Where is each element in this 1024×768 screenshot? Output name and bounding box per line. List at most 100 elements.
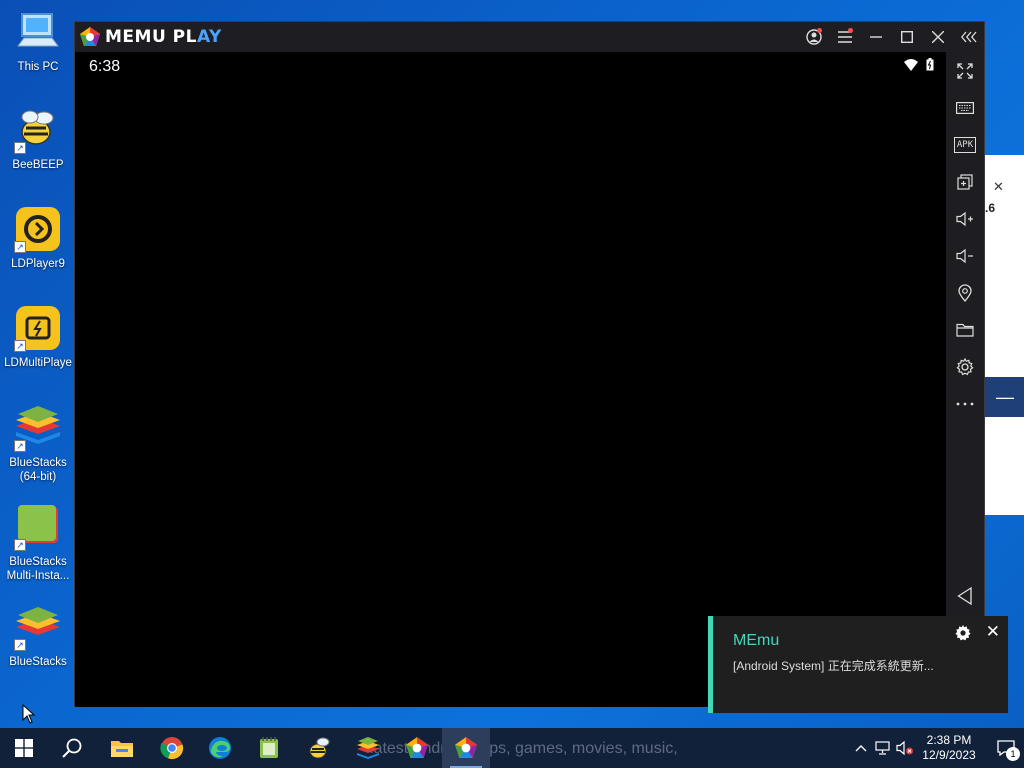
shortcut-arrow-icon: ↗ <box>14 539 26 551</box>
gear-icon[interactable] <box>954 624 972 642</box>
memu-logo-text: MEMU PLAY <box>105 27 222 47</box>
desktop-icon-this-pc[interactable]: This PC <box>2 8 74 98</box>
taskbar-clock[interactable]: 2:38 PM 12/9/2023 <box>916 733 982 763</box>
volume-down-icon <box>956 248 973 264</box>
volume-up-icon <box>956 211 973 227</box>
chrome-icon <box>160 737 184 760</box>
close-button[interactable] <box>922 22 953 52</box>
notification-count-badge: 1 <box>1006 747 1020 761</box>
shortcut-arrow-icon: ↗ <box>14 440 26 452</box>
shortcut-arrow-icon: ↗ <box>14 241 26 253</box>
settings-button[interactable] <box>946 352 984 382</box>
folder-icon <box>956 323 974 337</box>
multi-window-button[interactable] <box>946 167 984 197</box>
background-window[interactable]: ✕ .6 — <box>984 155 1024 515</box>
network-tray-button[interactable] <box>872 728 894 768</box>
memu-logo: MEMU PLAY <box>79 26 222 48</box>
memu-logo-icon <box>80 27 100 46</box>
desktop-icon-label: This PC <box>17 61 59 73</box>
more-button[interactable] <box>946 389 984 419</box>
beebeep-icon <box>309 737 330 759</box>
taskbar-memu[interactable] <box>393 728 441 768</box>
mouse-cursor-icon <box>22 704 36 724</box>
taskbar-beebeep[interactable] <box>295 728 343 768</box>
android-screen[interactable]: 6:38 <box>75 52 946 707</box>
volume-down-button[interactable] <box>946 241 984 271</box>
folder-button[interactable] <box>946 315 984 345</box>
volume-up-button[interactable] <box>946 204 984 234</box>
battery-icon <box>926 58 934 71</box>
chevrons-left-icon <box>960 31 976 43</box>
taskbar-memu-play[interactable] <box>442 728 490 768</box>
start-button[interactable] <box>0 728 48 768</box>
desktop-icon-label: LDMultiPlaye <box>4 357 72 369</box>
desktop-icon-bluestacks[interactable]: ↗ BlueStacks <box>2 603 74 693</box>
desktop-icon-label: BlueStacks (64-bit) <box>9 457 67 483</box>
action-center-button[interactable]: 1 <box>988 728 1024 768</box>
menu-icon[interactable] <box>829 22 860 52</box>
apk-icon: APK <box>953 137 977 153</box>
location-button[interactable] <box>946 278 984 308</box>
fullscreen-icon <box>957 63 973 79</box>
fullscreen-button[interactable] <box>946 56 984 86</box>
close-icon <box>931 31 944 43</box>
clock-time: 2:38 PM <box>926 733 972 747</box>
maximize-icon <box>900 31 913 43</box>
desktop-icon-label: BlueStacks <box>9 656 67 668</box>
memu-window: MEMU PLAY 6:38 APK <box>74 21 985 707</box>
close-icon[interactable]: ✕ <box>993 179 1004 195</box>
apk-install-button[interactable]: APK <box>946 130 984 160</box>
collapse-sidebar-button[interactable] <box>953 22 984 52</box>
memu-play-icon <box>455 737 477 758</box>
search-icon <box>62 738 82 758</box>
desktop-icon-bluestacks-multi[interactable]: ↗ BlueStacks Multi-Insta... <box>2 503 74 587</box>
account-icon[interactable] <box>798 22 829 52</box>
android-back-button[interactable] <box>946 581 984 611</box>
chevron-up-icon <box>855 745 867 752</box>
file-explorer-icon <box>111 741 133 757</box>
keyboard-button[interactable] <box>946 93 984 123</box>
title-controls <box>798 22 984 52</box>
maximize-button[interactable] <box>891 22 922 52</box>
desktop-icon-bluestacks-64[interactable]: ↗ BlueStacks (64-bit) <box>2 404 74 488</box>
this-pc-icon <box>14 8 62 56</box>
shortcut-arrow-icon: ↗ <box>14 340 26 352</box>
minimize-bar[interactable]: — <box>985 377 1024 417</box>
keyboard-icon <box>956 102 974 114</box>
desktop-icon-ldplayer9[interactable]: ↗ LDPlayer9 <box>2 205 74 295</box>
toast-app-name: MEmu <box>733 632 780 649</box>
side-toolbar: APK <box>946 52 984 707</box>
volume-muted-icon <box>896 741 913 755</box>
search-button[interactable] <box>48 728 96 768</box>
taskbar: latest Android apps, games, movies, musi… <box>0 728 1024 768</box>
memu-titlebar[interactable]: MEMU PLAY <box>75 22 984 52</box>
bluestacks-icon <box>357 737 379 759</box>
taskbar-notepad[interactable] <box>245 728 293 768</box>
desktop-icon-beebeep[interactable]: ↗ BeeBEEP <box>2 106 74 196</box>
close-icon[interactable]: ✕ <box>986 622 1000 642</box>
volume-tray-button[interactable] <box>894 728 916 768</box>
more-icon <box>956 402 974 406</box>
minimize-button[interactable] <box>860 22 891 52</box>
system-tray: 2:38 PM 12/9/2023 1 <box>850 728 1024 768</box>
notification-dot <box>817 28 822 33</box>
notification-toast[interactable]: MEmu [Android System] 正在完成系統更新... ✕ <box>708 616 1008 713</box>
bluestacks-icon: ↗ <box>14 603 62 651</box>
clock-date: 12/9/2023 <box>922 748 976 762</box>
ldplayer-icon: ↗ <box>14 205 62 253</box>
memu-icon <box>406 737 428 758</box>
desktop-icon-label: BeeBEEP <box>12 159 64 171</box>
edge-icon <box>209 737 231 759</box>
notification-dot <box>848 28 853 33</box>
status-bar-icons <box>904 58 934 71</box>
taskbar-edge[interactable] <box>196 728 244 768</box>
back-icon <box>957 587 972 605</box>
show-hidden-icons-button[interactable] <box>850 728 872 768</box>
taskbar-bluestacks[interactable] <box>344 728 392 768</box>
location-icon <box>958 284 972 302</box>
wifi-icon <box>904 58 918 71</box>
desktop-icon-ldmultiplayer[interactable]: ↗ LDMultiPlaye <box>2 304 74 394</box>
toast-message: [Android System] 正在完成系統更新... <box>733 659 934 673</box>
taskbar-chrome[interactable] <box>148 728 196 768</box>
taskbar-file-explorer[interactable] <box>98 728 146 768</box>
